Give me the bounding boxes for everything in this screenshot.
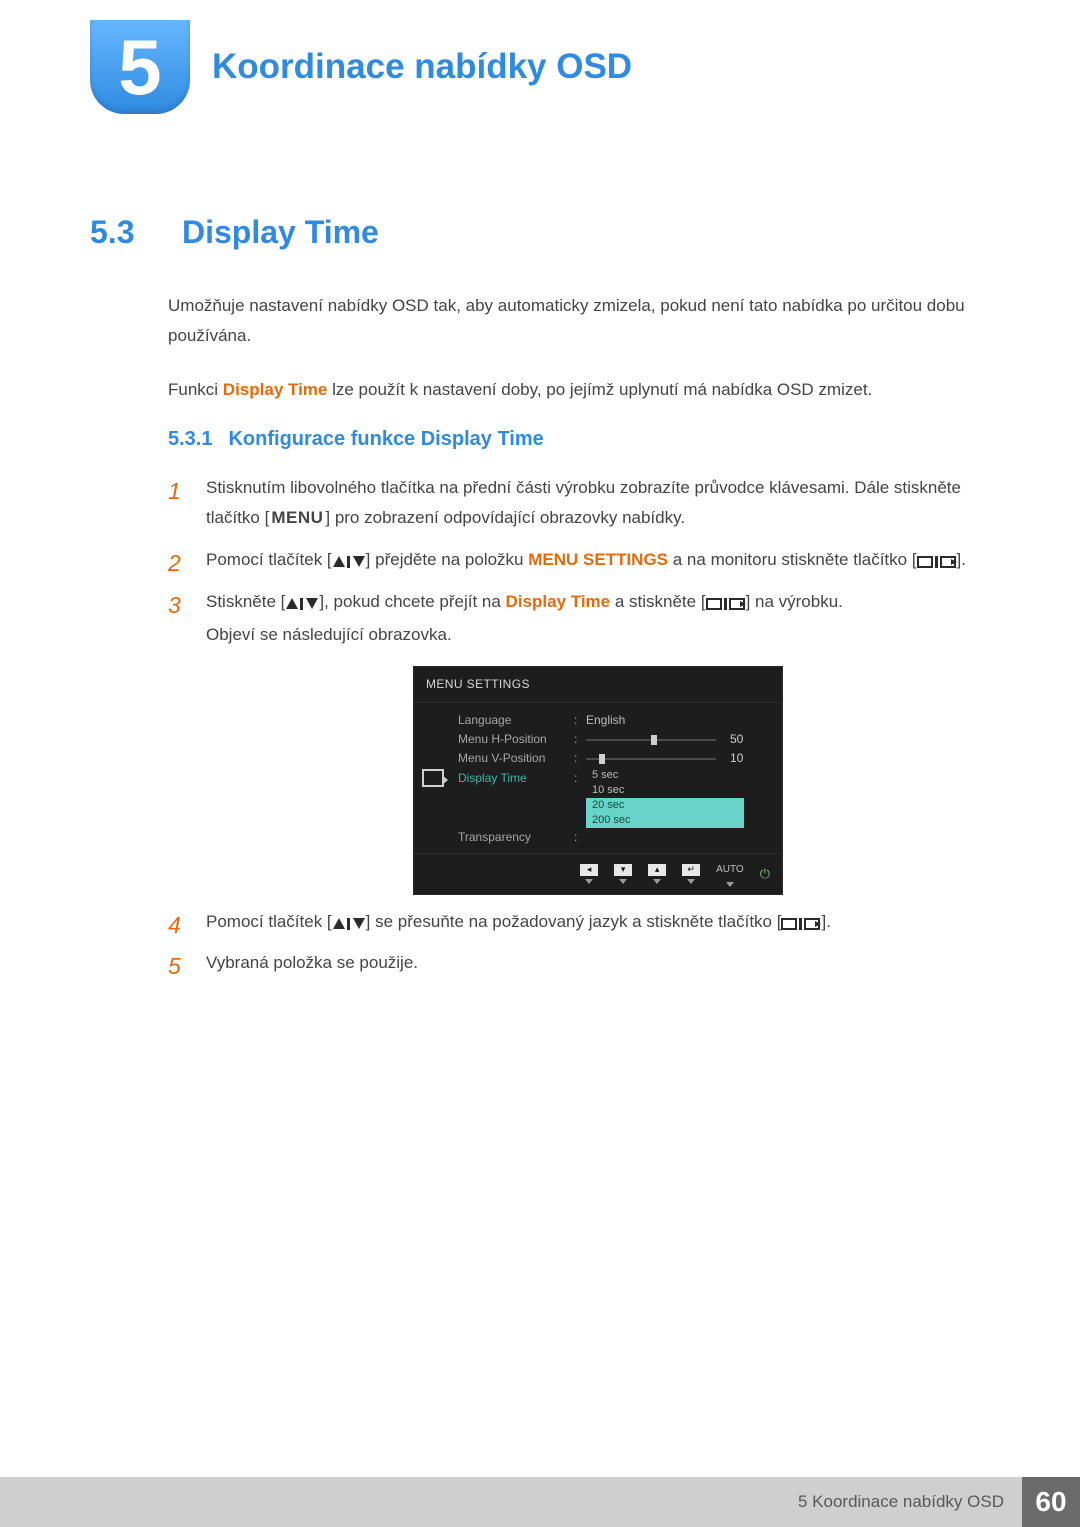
osd-foot-back-icon: ◂ <box>580 864 598 884</box>
colon: : <box>574 748 580 769</box>
osd-foot-up-icon: ▴ <box>648 864 666 884</box>
osd-foot-power-icon: ⏻ <box>760 867 770 880</box>
section-heading: 5.3 Display Time <box>90 214 990 251</box>
osd-value: 10 <box>730 748 743 769</box>
subsection-heading: 5.3.1 Konfigurace funkce Display Time <box>168 428 990 451</box>
osd-footer: ◂ ▾ ▴ ↵ AUTO ⏻ <box>414 853 782 894</box>
text: Funkci <box>168 380 223 399</box>
step-number: 5 <box>168 946 181 986</box>
osd-slider <box>586 739 716 741</box>
step-number: 3 <box>168 585 181 625</box>
text: ]. <box>957 550 966 569</box>
text: ] pro zobrazení odpovídající obrazovky n… <box>325 508 685 527</box>
text: ]. <box>821 912 830 931</box>
chapter-title: Koordinace nabídky OSD <box>212 47 632 87</box>
osd-row-hposition: Menu H-Position : 50 <box>458 730 772 749</box>
step-4: 4 Pomocí tlačítek [] se přesuňte na poža… <box>168 907 990 937</box>
step-5: 5 Vybraná položka se použije. <box>168 948 990 978</box>
osd-label: Menu V-Position <box>458 748 568 769</box>
osd-foot-auto: AUTO <box>716 861 744 887</box>
osd-value: English <box>586 710 625 731</box>
subsection-number: 5.3.1 <box>168 428 212 450</box>
colon: : <box>574 768 580 789</box>
text: Vybraná položka se použije. <box>206 953 418 972</box>
text: Pomocí tlačítek [ <box>206 912 332 931</box>
osd-row-vposition: Menu V-Position : 10 <box>458 749 772 768</box>
step-number: 4 <box>168 905 181 945</box>
osd-label: Language <box>458 710 568 731</box>
osd-screenshot: MENU SETTINGS Language : English Menu H-… <box>413 666 783 895</box>
osd-option-selected: 200 sec <box>586 813 744 828</box>
text: a stiskněte [ <box>610 592 705 611</box>
enter-source-icon <box>917 550 957 569</box>
colon: : <box>574 729 580 750</box>
enter-source-icon <box>706 592 746 611</box>
step-3: 3 Stiskněte [ ], pokud chcete přejít na D… <box>168 587 990 895</box>
highlight-menu-settings: MENU SETTINGS <box>528 550 668 569</box>
subsection-title: Konfigurace funkce Display Time <box>228 428 543 450</box>
text: lze použít k nastavení doby, po jejímž u… <box>327 380 872 399</box>
osd-label: Transparency <box>458 827 568 848</box>
highlight-display-time: Display Time <box>223 380 328 399</box>
text: ], pokud chcete přejít na <box>319 592 505 611</box>
intro-paragraph-2: Funkci Display Time lze použít k nastave… <box>168 375 990 405</box>
osd-label-active: Display Time <box>458 768 568 789</box>
step-2: 2 Pomocí tlačítek [] přejděte na položku… <box>168 545 990 575</box>
footer-page-number: 60 <box>1022 1477 1080 1527</box>
text: Stiskněte [ <box>206 592 285 611</box>
osd-option: 5 sec <box>586 768 744 783</box>
osd-foot-enter-icon: ↵ <box>682 864 700 884</box>
intro-paragraph-1: Umožňuje nastavení nabídky OSD tak, aby … <box>168 291 990 351</box>
osd-label: Menu H-Position <box>458 729 568 750</box>
step-number: 1 <box>168 471 181 511</box>
enter-source-icon <box>781 912 821 931</box>
osd-slider <box>586 758 716 760</box>
osd-row-display-time: Display Time : 5 sec 10 sec 20 sec 200 s… <box>458 768 772 828</box>
up-down-icon <box>285 592 319 611</box>
text: ] na výrobku. <box>746 592 843 611</box>
section-title: Display Time <box>182 214 379 251</box>
osd-row-transparency: Transparency : <box>458 828 772 847</box>
colon: : <box>574 710 580 731</box>
steps-list: 1 Stisknutím libovolného tlačítka na pře… <box>168 473 990 978</box>
text: a na monitoru stiskněte tlačítko [ <box>668 550 917 569</box>
step-number: 2 <box>168 543 181 583</box>
osd-foot-down-icon: ▾ <box>614 864 632 884</box>
osd-title: MENU SETTINGS <box>414 667 782 703</box>
footer-label: 5 Koordinace nabídky OSD <box>0 1477 1022 1527</box>
chapter-header: 5 Koordinace nabídky OSD <box>90 20 990 114</box>
step-1: 1 Stisknutím libovolného tlačítka na pře… <box>168 473 990 533</box>
osd-option-selected: 20 sec <box>586 798 744 813</box>
up-down-icon <box>332 912 366 931</box>
osd-select: 5 sec 10 sec 20 sec 200 sec <box>586 768 744 828</box>
colon: : <box>574 827 580 848</box>
text: Objeví se následující obrazovka. <box>206 620 990 650</box>
highlight-display-time: Display Time <box>506 592 611 611</box>
chapter-badge: 5 <box>90 20 190 114</box>
up-down-icon <box>332 550 366 569</box>
osd-value: 50 <box>730 729 743 750</box>
osd-option: 10 sec <box>586 783 744 798</box>
text: Pomocí tlačítek [ <box>206 550 332 569</box>
osd-category-icon <box>414 703 452 853</box>
section-number: 5.3 <box>90 214 156 251</box>
page-footer: 5 Koordinace nabídky OSD 60 <box>0 1477 1080 1527</box>
text: ] přejděte na položku <box>366 550 529 569</box>
menu-button-label: MENU <box>269 503 325 533</box>
text: ] se přesuňte na požadovaný jazyk a stis… <box>366 912 782 931</box>
osd-row-language: Language : English <box>458 711 772 730</box>
